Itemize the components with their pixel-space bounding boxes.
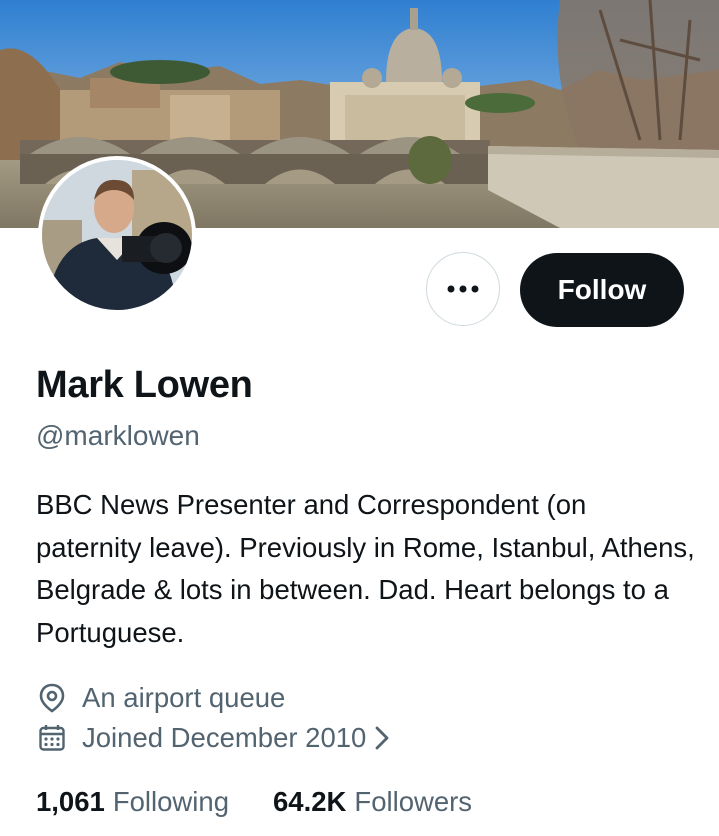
follow-button[interactable]: Follow <box>520 253 684 327</box>
followers-count: 64.2K <box>273 786 347 817</box>
followers-label: Followers <box>354 786 473 817</box>
profile-bio: BBC News Presenter and Correspondent (on… <box>36 489 695 648</box>
profile-joined[interactable]: Joined December 2010 <box>36 722 390 754</box>
more-options-button[interactable] <box>426 252 500 326</box>
profile-name: Mark Lowen <box>36 364 253 406</box>
location-pin-icon <box>36 682 68 714</box>
more-horizontal-icon <box>447 285 479 293</box>
chevron-right-icon <box>374 725 390 751</box>
profile-handle: @marklowen <box>36 420 200 451</box>
following-label: Following <box>112 786 229 817</box>
profile-stats: 1,061 Following 64.2K Followers <box>36 786 516 818</box>
joined-text: Joined December 2010 <box>82 722 367 753</box>
profile-location: An airport queue <box>36 682 285 714</box>
calendar-icon <box>36 722 68 754</box>
following-count: 1,061 <box>36 786 105 817</box>
following-link[interactable]: 1,061 Following <box>36 786 229 818</box>
followers-link[interactable]: 64.2K Followers <box>273 786 472 818</box>
profile-avatar[interactable] <box>38 156 196 314</box>
location-text: An airport queue <box>82 682 286 713</box>
